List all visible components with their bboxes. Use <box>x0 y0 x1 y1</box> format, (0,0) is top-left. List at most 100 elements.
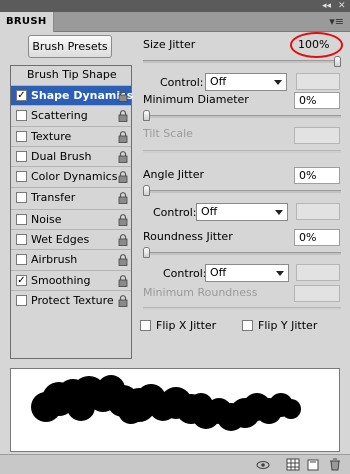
angle-jitter-label: Angle Jitter <box>143 168 205 181</box>
option-checkbox[interactable] <box>16 254 27 266</box>
angle-jitter-value[interactable]: 0% <box>294 167 340 184</box>
collapse-icon[interactable]: ◂◂ <box>322 0 331 12</box>
option-checkbox[interactable]: ✓ <box>16 90 27 101</box>
brush-presets-button[interactable]: Brush Presets <box>28 35 112 58</box>
option-label: Transfer <box>31 190 76 204</box>
option-scattering[interactable]: Scattering <box>11 105 131 125</box>
option-smoothing[interactable]: ✓ Smoothing <box>11 269 131 290</box>
option-transfer[interactable]: Transfer <box>11 186 131 207</box>
roundness-jitter-value[interactable]: 0% <box>294 229 340 246</box>
panel-titlebar: ◂◂ ✕ <box>0 0 350 12</box>
roundness-control-select[interactable]: Off <box>205 264 289 282</box>
panel-menu-icon[interactable]: ▾≡ <box>329 16 344 28</box>
minimum-roundness-slider-track <box>143 307 341 310</box>
flip-x-label: Flip X Jitter <box>156 319 217 332</box>
eye-brush-icon[interactable] <box>256 458 270 471</box>
minimum-diameter-label: Minimum Diameter <box>143 93 249 106</box>
option-checkbox[interactable] <box>16 130 27 142</box>
brush-options-list: Brush Tip Shape ✓ Shape Dynamics Scatterin… <box>10 65 133 359</box>
minimum-roundness-label: Minimum Roundness <box>143 286 258 299</box>
option-label: Dual Brush <box>31 149 92 163</box>
option-noise[interactable]: Noise <box>11 208 131 229</box>
lock-icon[interactable] <box>118 130 128 143</box>
option-label: Wet Edges <box>31 233 90 247</box>
tilt-scale-slider-track <box>143 150 341 153</box>
size-control-select[interactable]: Off <box>205 73 287 91</box>
flip-y-label: Flip Y Jitter <box>258 319 318 332</box>
option-checkbox[interactable] <box>16 295 27 306</box>
option-protect-texture[interactable]: Protect Texture <box>11 290 131 310</box>
roundness-jitter-label: Roundness Jitter <box>143 230 233 243</box>
minimum-diameter-slider-thumb[interactable] <box>143 110 150 121</box>
angle-control-field <box>296 203 340 220</box>
size-control-value: Off <box>210 75 227 88</box>
roundness-jitter-slider-thumb[interactable] <box>143 247 150 258</box>
tilt-scale-field <box>294 127 340 144</box>
lock-icon[interactable] <box>118 151 128 163</box>
option-checkbox[interactable] <box>16 110 27 122</box>
lock-icon[interactable] <box>118 90 128 102</box>
roundness-jitter-slider-track[interactable] <box>143 252 341 255</box>
size-jitter-slider-track[interactable] <box>143 60 341 63</box>
option-label: Texture <box>31 129 72 143</box>
lock-icon[interactable] <box>118 295 128 307</box>
chevron-down-icon <box>274 80 282 85</box>
brush-tip-shape-item[interactable]: Brush Tip Shape <box>11 66 131 84</box>
flip-x-jitter-checkbox[interactable]: Flip X Jitter <box>140 319 240 333</box>
option-label: Noise <box>31 212 62 226</box>
option-texture[interactable]: Texture <box>11 125 131 146</box>
stroke-preview <box>10 368 340 452</box>
lock-icon[interactable] <box>118 191 128 204</box>
close-icon[interactable]: ✕ <box>338 0 346 12</box>
option-checkbox[interactable] <box>16 234 27 246</box>
angle-control-select[interactable]: Off <box>196 203 288 221</box>
size-control-field <box>296 73 340 90</box>
lock-icon[interactable] <box>118 254 128 267</box>
roundness-control-label: Control: <box>163 267 207 280</box>
option-label: Scattering <box>31 109 88 123</box>
option-wet-edges[interactable]: Wet Edges <box>11 229 131 249</box>
roundness-control-field <box>296 264 340 281</box>
flip-y-jitter-checkbox[interactable]: Flip Y Jitter <box>242 319 342 333</box>
option-shape-dynamics[interactable]: ✓ Shape Dynamics <box>11 85 133 105</box>
option-color-dynamics[interactable]: Color Dynamics <box>11 166 131 186</box>
lock-icon[interactable] <box>118 171 128 184</box>
chevron-down-icon <box>275 210 283 215</box>
angle-jitter-slider-track[interactable] <box>143 190 341 193</box>
minimum-diameter-value[interactable]: 0% <box>294 92 340 109</box>
option-airbrush[interactable]: Airbrush <box>11 249 131 269</box>
angle-control-value: Off <box>201 205 218 218</box>
lock-icon[interactable] <box>118 213 128 226</box>
angle-jitter-slider-thumb[interactable] <box>143 185 150 196</box>
option-checkbox[interactable] <box>16 191 27 203</box>
grid-icon[interactable] <box>286 458 300 471</box>
tab-bar: BRUSH ▾≡ <box>0 12 350 32</box>
new-preset-icon[interactable] <box>306 458 320 471</box>
minimum-diameter-slider-track[interactable] <box>143 115 341 118</box>
option-label: Color Dynamics <box>31 170 118 184</box>
size-control-label: Control: <box>160 76 204 89</box>
flip-x-checkbox-box[interactable] <box>140 320 151 331</box>
lock-icon[interactable] <box>118 110 128 123</box>
option-checkbox[interactable] <box>16 150 27 162</box>
minimum-roundness-field <box>294 285 340 302</box>
chevron-down-icon <box>276 271 284 276</box>
option-dual-brush[interactable]: Dual Brush <box>11 145 131 166</box>
angle-control-label: Control: <box>153 206 197 219</box>
option-checkbox[interactable] <box>16 213 27 225</box>
option-checkbox[interactable] <box>16 171 27 183</box>
highlight-ring <box>290 32 343 58</box>
option-label: Airbrush <box>31 253 78 267</box>
tab-brush[interactable]: BRUSH <box>0 12 54 32</box>
option-label: Protect Texture <box>31 294 114 307</box>
option-checkbox[interactable]: ✓ <box>16 274 27 286</box>
roundness-control-value: Off <box>210 266 227 279</box>
panel-bottom-bar <box>0 454 350 474</box>
lock-icon[interactable] <box>118 234 128 246</box>
size-jitter-label: Size Jitter <box>143 38 196 51</box>
size-jitter-slider-thumb[interactable] <box>334 56 341 67</box>
flip-y-checkbox-box[interactable] <box>242 320 253 331</box>
lock-icon[interactable] <box>118 274 128 287</box>
trash-icon[interactable] <box>328 458 342 471</box>
option-label: Smoothing <box>31 273 91 287</box>
